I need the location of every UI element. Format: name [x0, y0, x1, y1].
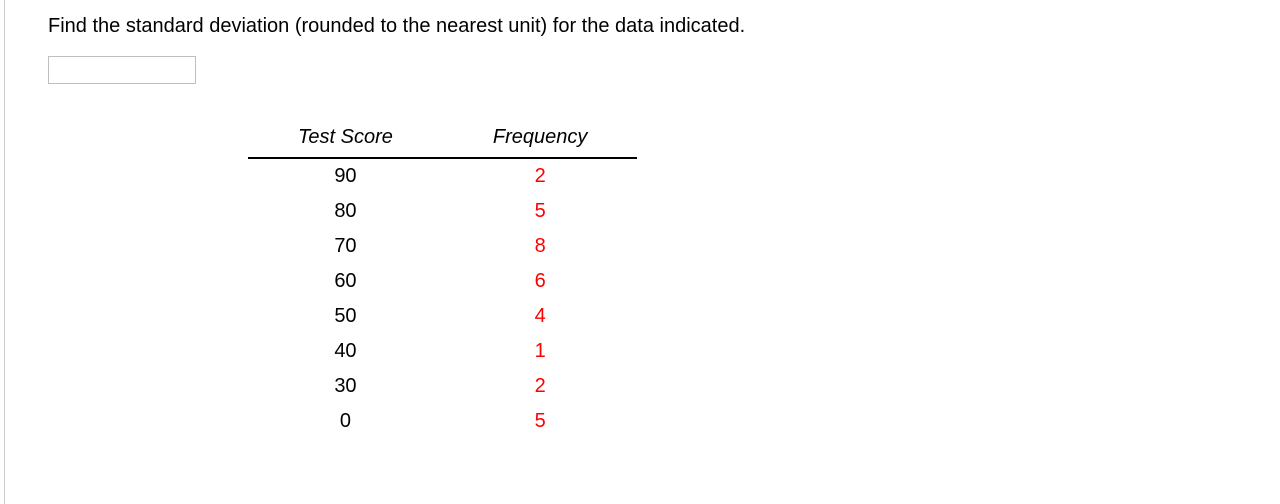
- score-cell: 60: [248, 264, 443, 299]
- table-row: 40 1: [248, 334, 637, 369]
- frequency-cell: 8: [443, 229, 638, 264]
- table-row: 0 5: [248, 404, 637, 439]
- table-row: 80 5: [248, 194, 637, 229]
- table-row: 90 2: [248, 158, 637, 194]
- answer-input[interactable]: [48, 56, 196, 84]
- score-cell: 80: [248, 194, 443, 229]
- header-test-score: Test Score: [248, 120, 443, 158]
- score-cell: 70: [248, 229, 443, 264]
- table-row: 30 2: [248, 369, 637, 404]
- frequency-cell: 4: [443, 299, 638, 334]
- frequency-cell: 5: [443, 194, 638, 229]
- frequency-cell: 6: [443, 264, 638, 299]
- frequency-cell: 1: [443, 334, 638, 369]
- frequency-cell: 2: [443, 369, 638, 404]
- data-table: Test Score Frequency 90 2 80 5 70 8 60 6…: [248, 120, 637, 439]
- table-header-row: Test Score Frequency: [248, 120, 637, 158]
- table-row: 60 6: [248, 264, 637, 299]
- score-cell: 0: [248, 404, 443, 439]
- score-cell: 90: [248, 158, 443, 194]
- question-text: Find the standard deviation (rounded to …: [48, 12, 1280, 40]
- header-frequency: Frequency: [443, 120, 638, 158]
- score-cell: 30: [248, 369, 443, 404]
- frequency-cell: 2: [443, 158, 638, 194]
- score-cell: 50: [248, 299, 443, 334]
- score-cell: 40: [248, 334, 443, 369]
- table-row: 70 8: [248, 229, 637, 264]
- frequency-cell: 5: [443, 404, 638, 439]
- table-row: 50 4: [248, 299, 637, 334]
